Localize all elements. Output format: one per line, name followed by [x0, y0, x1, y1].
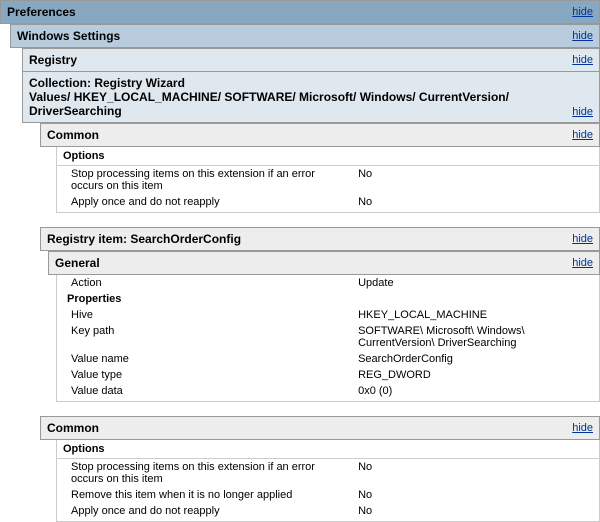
option-label: Stop processing items on this extension … — [71, 168, 358, 192]
preferences-bar: Preferences hide — [0, 0, 600, 24]
option-label: Stop processing items on this extension … — [71, 461, 358, 485]
common1-title: Common — [47, 128, 99, 142]
hide-link-common2[interactable]: hide — [572, 422, 593, 434]
common1-options-header: Options — [57, 147, 599, 166]
prop-value: REG_DWORD — [358, 369, 593, 381]
general-body: Action Update Properties Hive HKEY_LOCAL… — [56, 275, 600, 402]
registry-bar: Registry hide — [22, 48, 600, 72]
common1-body: Options Stop processing items on this ex… — [56, 147, 600, 213]
collection-bar: Collection: Registry Wizard Values/ HKEY… — [22, 72, 600, 123]
option-value: No — [358, 461, 593, 485]
hide-link-preferences[interactable]: hide — [572, 6, 593, 18]
action-label: Action — [71, 277, 358, 289]
registry-title: Registry — [29, 53, 77, 67]
table-row: Key path SOFTWARE\ Microsoft\ Windows\ C… — [57, 323, 599, 351]
registry-item-title: Registry item: SearchOrderConfig — [47, 232, 241, 246]
prop-label: Value data — [71, 385, 358, 397]
table-row: Value name SearchOrderConfig — [57, 351, 599, 367]
preferences-title: Preferences — [7, 5, 76, 19]
windows-settings-bar: Windows Settings hide — [10, 24, 600, 48]
common2-bar: Common hide — [40, 416, 600, 440]
hide-link-windows-settings[interactable]: hide — [572, 30, 593, 42]
hide-link-registry-item[interactable]: hide — [572, 233, 593, 245]
properties-header: Properties — [57, 291, 599, 307]
table-row: Apply once and do not reapply No — [57, 503, 599, 519]
table-row: Stop processing items on this extension … — [57, 459, 599, 487]
common2-options-header: Options — [57, 440, 599, 459]
prop-label: Value type — [71, 369, 358, 381]
action-value: Update — [358, 277, 593, 289]
hide-link-collection[interactable]: hide — [572, 106, 593, 118]
option-label: Apply once and do not reapply — [71, 505, 358, 517]
prop-value: SearchOrderConfig — [358, 353, 593, 365]
table-row: Value type REG_DWORD — [57, 367, 599, 383]
table-row: Stop processing items on this extension … — [57, 166, 599, 194]
common2-body: Options Stop processing items on this ex… — [56, 440, 600, 522]
prop-label: Value name — [71, 353, 358, 365]
hide-link-general[interactable]: hide — [572, 257, 593, 269]
table-row: Apply once and do not reapply No — [57, 194, 599, 210]
option-value: No — [358, 196, 593, 208]
windows-settings-title: Windows Settings — [17, 29, 120, 43]
common2-title: Common — [47, 421, 99, 435]
prop-label: Key path — [71, 325, 358, 349]
table-row: Value data 0x0 (0) — [57, 383, 599, 399]
registry-item-bar: Registry item: SearchOrderConfig hide — [40, 227, 600, 251]
table-row: Hive HKEY_LOCAL_MACHINE — [57, 307, 599, 323]
option-value: No — [358, 168, 593, 192]
general-bar: General hide — [48, 251, 600, 275]
option-label: Remove this item when it is no longer ap… — [71, 489, 358, 501]
prop-value: 0x0 (0) — [358, 385, 593, 397]
general-title: General — [55, 256, 100, 270]
prop-label: Hive — [71, 309, 358, 321]
option-label: Apply once and do not reapply — [71, 196, 358, 208]
prop-value: HKEY_LOCAL_MACHINE — [358, 309, 593, 321]
prop-value: SOFTWARE\ Microsoft\ Windows\ CurrentVer… — [358, 325, 593, 349]
collection-title: Collection: Registry Wizard — [29, 76, 566, 90]
collection-path: Values/ HKEY_LOCAL_MACHINE/ SOFTWARE/ Mi… — [29, 90, 566, 118]
option-value: No — [358, 489, 593, 501]
option-value: No — [358, 505, 593, 517]
hide-link-registry[interactable]: hide — [572, 54, 593, 66]
table-row: Remove this item when it is no longer ap… — [57, 487, 599, 503]
table-row: Action Update — [57, 275, 599, 291]
common1-bar: Common hide — [40, 123, 600, 147]
hide-link-common1[interactable]: hide — [572, 129, 593, 141]
